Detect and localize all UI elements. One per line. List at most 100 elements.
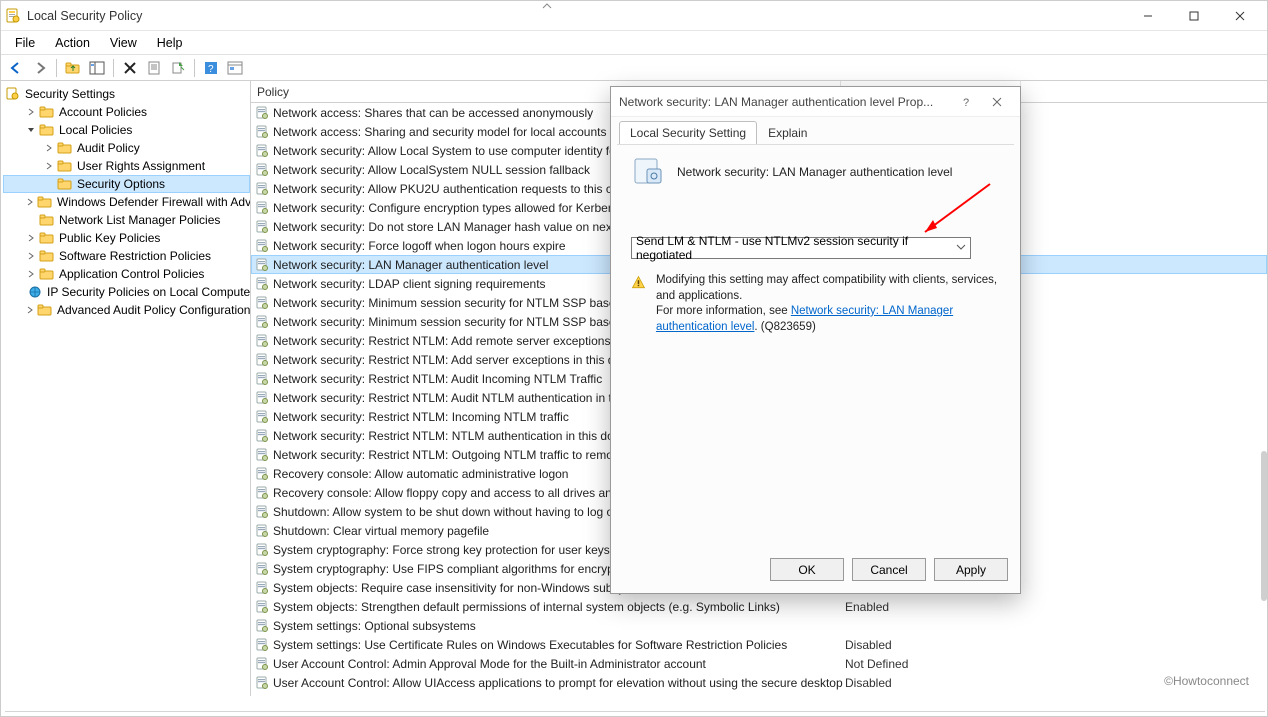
menu-file[interactable]: File bbox=[5, 33, 45, 53]
policy-icon bbox=[255, 372, 269, 386]
svg-text:?: ? bbox=[208, 64, 214, 75]
up-button[interactable] bbox=[62, 57, 84, 79]
toolbar-separator bbox=[56, 59, 57, 77]
watermark: ©Howtoconnect bbox=[1164, 674, 1249, 688]
ok-button[interactable]: OK bbox=[770, 558, 844, 581]
expander-icon[interactable] bbox=[25, 304, 35, 316]
tree-node[interactable]: Local Policies bbox=[3, 121, 250, 139]
delete-button[interactable] bbox=[119, 57, 141, 79]
menu-bar: File Action View Help bbox=[1, 31, 1267, 55]
policy-icon bbox=[255, 258, 269, 272]
policy-icon bbox=[255, 201, 269, 215]
folder-icon bbox=[27, 285, 43, 299]
tree-node[interactable]: User Rights Assignment bbox=[3, 157, 250, 175]
tree-node[interactable]: Application Control Policies bbox=[3, 265, 250, 283]
dialog-title: Network security: LAN Manager authentica… bbox=[619, 95, 952, 109]
window-title: Local Security Policy bbox=[27, 9, 142, 23]
tree-node[interactable]: Account Policies bbox=[3, 103, 250, 121]
warning-text: Modifying this setting may affect compat… bbox=[656, 273, 1000, 335]
expander-icon[interactable] bbox=[25, 232, 37, 244]
policy-name: User Account Control: Admin Approval Mod… bbox=[273, 657, 845, 671]
expander-icon[interactable] bbox=[43, 160, 55, 172]
list-row[interactable]: User Account Control: Allow UIAccess app… bbox=[251, 673, 1267, 692]
menu-action[interactable]: Action bbox=[45, 33, 100, 53]
expander-icon[interactable] bbox=[25, 124, 37, 136]
policy-value: Disabled bbox=[845, 638, 1025, 652]
splitter-handle-icon[interactable] bbox=[541, 1, 553, 10]
policy-icon bbox=[255, 448, 269, 462]
dialog-tabs: Local Security Setting Explain bbox=[611, 117, 1020, 144]
refresh-button[interactable] bbox=[224, 57, 246, 79]
show-hide-tree-button[interactable] bbox=[86, 57, 108, 79]
maximize-button[interactable] bbox=[1171, 1, 1217, 31]
cancel-button[interactable]: Cancel bbox=[852, 558, 926, 581]
forward-button[interactable] bbox=[29, 57, 51, 79]
tree-node[interactable]: IP Security Policies on Local Computer bbox=[3, 283, 250, 301]
tree-pane[interactable]: Security Settings Account Policies Local … bbox=[1, 81, 251, 696]
policy-name: System settings: Optional subsystems bbox=[273, 619, 845, 633]
expander-icon[interactable] bbox=[43, 178, 55, 190]
list-row[interactable]: System objects: Strengthen default permi… bbox=[251, 597, 1267, 616]
warn-line2-prefix: For more information, see bbox=[656, 305, 791, 317]
policy-icon bbox=[255, 277, 269, 291]
list-row[interactable]: System settings: Optional subsystems bbox=[251, 616, 1267, 635]
tree-root-label: Security Settings bbox=[25, 87, 115, 101]
dialog-titlebar[interactable]: Network security: LAN Manager authentica… bbox=[611, 87, 1020, 117]
auth-level-combobox[interactable]: Send LM & NTLM - use NTLMv2 session secu… bbox=[631, 237, 971, 259]
properties-button[interactable] bbox=[143, 57, 165, 79]
menu-view[interactable]: View bbox=[100, 33, 147, 53]
arrow-annotation-icon bbox=[915, 180, 995, 240]
tree-node[interactable]: Advanced Audit Policy Configuration bbox=[3, 301, 250, 319]
expander-icon[interactable] bbox=[25, 106, 37, 118]
tree-node-label: Local Policies bbox=[59, 123, 132, 137]
tree-node-label: User Rights Assignment bbox=[77, 159, 205, 173]
policy-icon bbox=[255, 220, 269, 234]
dialog-close-button[interactable] bbox=[982, 90, 1012, 114]
minimize-button[interactable] bbox=[1125, 1, 1171, 31]
tab-explain[interactable]: Explain bbox=[757, 121, 818, 144]
tree-node[interactable]: Security Options bbox=[3, 175, 250, 193]
tree-node[interactable]: Audit Policy bbox=[3, 139, 250, 157]
policy-icon bbox=[255, 391, 269, 405]
tree-node-label: Public Key Policies bbox=[59, 231, 160, 245]
policy-icon bbox=[255, 505, 269, 519]
chevron-down-icon bbox=[956, 241, 966, 255]
tree-node[interactable]: Software Restriction Policies bbox=[3, 247, 250, 265]
combobox-value: Send LM & NTLM - use NTLMv2 session secu… bbox=[636, 234, 966, 262]
close-button[interactable] bbox=[1217, 1, 1263, 31]
policy-icon bbox=[255, 163, 269, 177]
svg-text:?: ? bbox=[963, 97, 969, 107]
tree-node[interactable]: Public Key Policies bbox=[3, 229, 250, 247]
menu-help[interactable]: Help bbox=[147, 33, 193, 53]
expander-icon[interactable] bbox=[43, 142, 55, 154]
folder-icon bbox=[39, 249, 55, 263]
tree-node-label: IP Security Policies on Local Computer bbox=[47, 285, 251, 299]
help-button[interactable]: ? bbox=[200, 57, 222, 79]
tree-node[interactable]: Network List Manager Policies bbox=[3, 211, 250, 229]
scrollbar-thumb[interactable] bbox=[1261, 451, 1267, 601]
expander-icon[interactable] bbox=[25, 214, 37, 226]
policy-icon bbox=[255, 429, 269, 443]
tree-node-label: Network List Manager Policies bbox=[59, 213, 220, 227]
folder-icon bbox=[57, 141, 73, 155]
tab-local-security-setting[interactable]: Local Security Setting bbox=[619, 121, 757, 144]
toolbar: ? bbox=[1, 55, 1267, 81]
warn-line1: Modifying this setting may affect compat… bbox=[656, 274, 997, 302]
expander-icon[interactable] bbox=[25, 268, 37, 280]
tree-node[interactable]: Windows Defender Firewall with Advanced … bbox=[3, 193, 250, 211]
list-row[interactable]: System settings: Use Certificate Rules o… bbox=[251, 635, 1267, 654]
dialog-help-button[interactable]: ? bbox=[952, 90, 982, 114]
expander-icon[interactable] bbox=[25, 196, 35, 208]
apply-button[interactable]: Apply bbox=[934, 558, 1008, 581]
policy-icon bbox=[255, 353, 269, 367]
tree-root[interactable]: Security Settings bbox=[3, 85, 250, 103]
policy-icon bbox=[255, 125, 269, 139]
back-button[interactable] bbox=[5, 57, 27, 79]
list-row[interactable]: User Account Control: Admin Approval Mod… bbox=[251, 654, 1267, 673]
expander-icon[interactable] bbox=[25, 250, 37, 262]
export-list-button[interactable] bbox=[167, 57, 189, 79]
policy-icon bbox=[255, 410, 269, 424]
tree-node-label: Security Options bbox=[77, 177, 165, 191]
security-settings-icon bbox=[5, 87, 21, 101]
folder-icon bbox=[39, 105, 55, 119]
